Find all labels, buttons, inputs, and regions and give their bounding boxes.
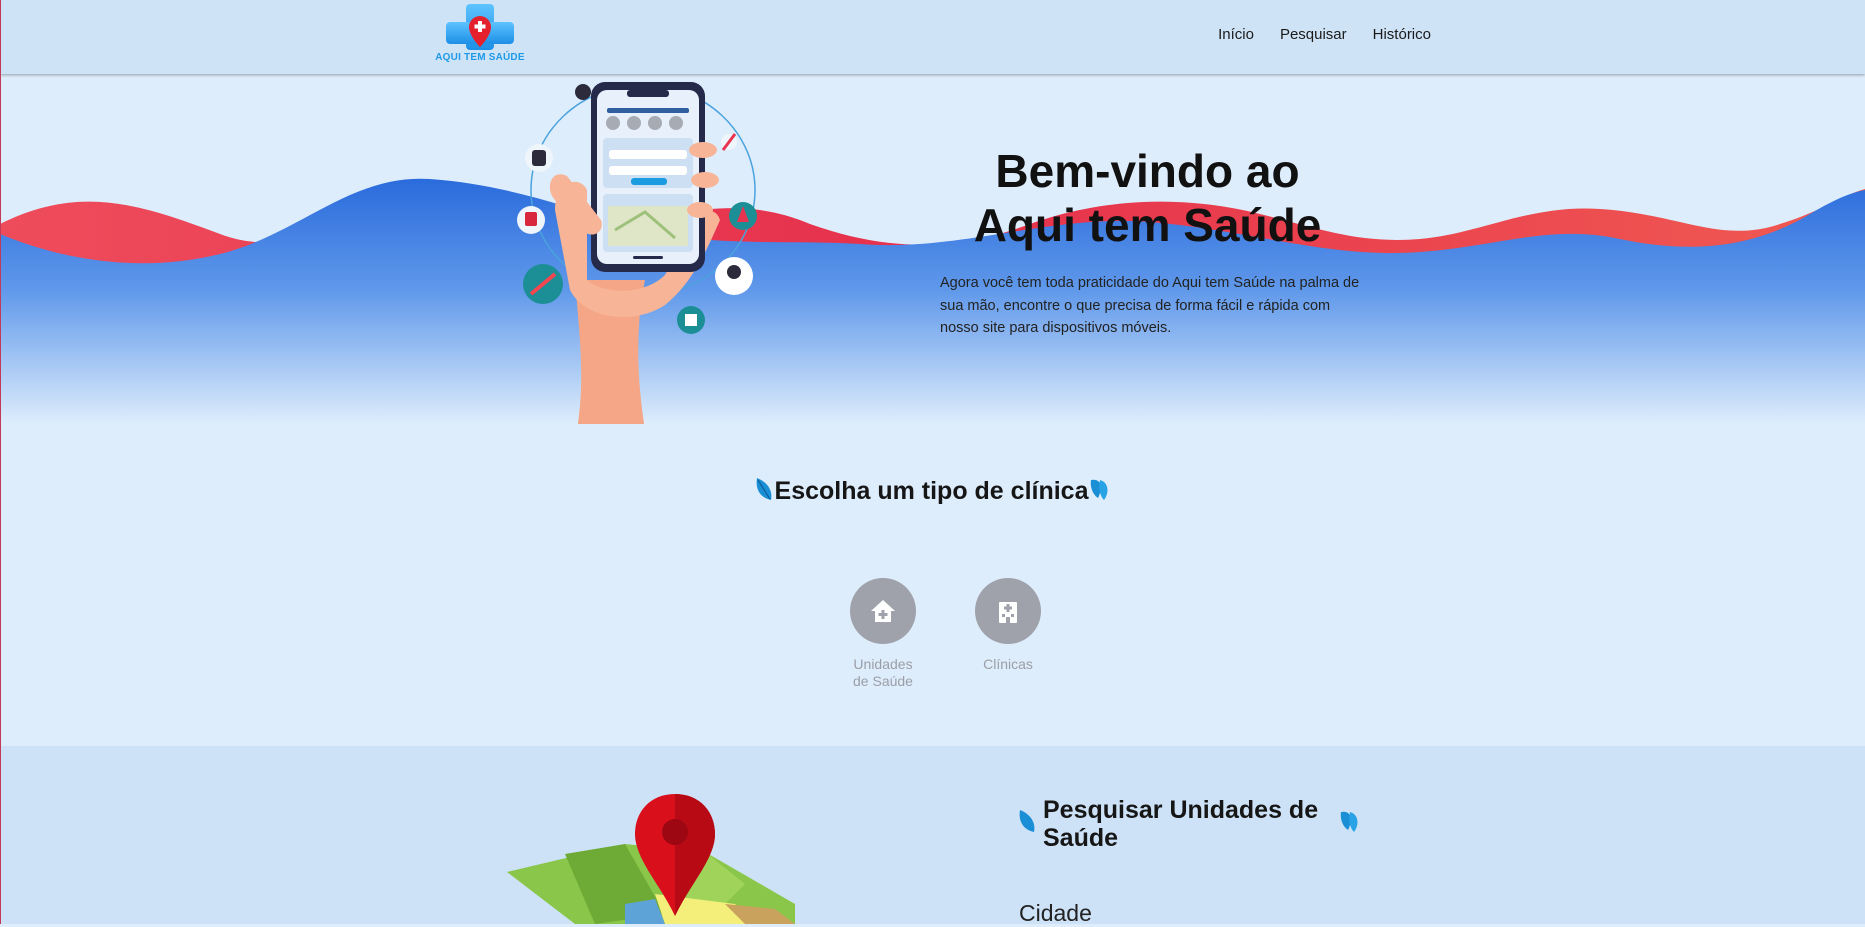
navbar: AQUI TEM SAÚDE Início Pesquisar Históric… — [0, 0, 1865, 74]
search-leaf-left-icon — [1019, 810, 1035, 832]
clinic-type-options: Unidades de Saúde Clínicas — [838, 578, 1041, 698]
leaf-left-icon — [756, 478, 771, 500]
search-leaf-right-icon — [1340, 811, 1358, 832]
nav-menu: Início Pesquisar Histórico — [1192, 26, 1431, 43]
leaf-right-icon — [1091, 479, 1108, 500]
nav-item-inicio[interactable]: Início — [1218, 26, 1254, 43]
clinic-type-title-text: Escolha um tipo de clínica — [774, 477, 1089, 505]
clinic-option-unidades-circle[interactable] — [850, 578, 916, 644]
hero-section: Bem-vindo ao Aqui tem Saúde Agora você t… — [0, 74, 1865, 424]
home-plus-icon — [871, 600, 895, 622]
city-field-label: Cidade — [1019, 900, 1092, 926]
search-title-line2: Saúde — [1043, 824, 1119, 852]
search-section-title: Pesquisar Unidades de Saúde — [1043, 796, 1343, 852]
phone-in-hand-illustration — [517, 82, 757, 424]
hero-waves-graphic — [0, 178, 1865, 424]
clinic-option-clinicas-label: Clínicas — [963, 656, 1053, 673]
brand-logo[interactable]: AQUI TEM SAÚDE — [434, 2, 526, 68]
clinic-option-unidades-label: Unidades de Saúde — [838, 656, 928, 690]
clinic-option-unidades-label-line1: Unidades — [853, 656, 913, 672]
nav-item-historico[interactable]: Histórico — [1373, 26, 1431, 43]
search-title-line1: Pesquisar Unidades de — [1043, 796, 1319, 824]
clinic-option-clinicas-circle[interactable] — [975, 578, 1041, 644]
window-edge — [0, 0, 1, 924]
logo-text: AQUI TEM SAÚDE — [435, 52, 525, 63]
logo-cross-icon — [446, 4, 514, 50]
hero-description: Agora você tem toda praticidade do Aqui … — [940, 275, 1360, 336]
clinic-option-clinicas-label-line1: Clínicas — [983, 656, 1033, 672]
clinic-option-unidades-label-line2: de Saúde — [853, 673, 913, 689]
hero-title-line1: Bem-vindo ao — [995, 145, 1300, 197]
hero-title-line2: Aqui tem Saúde — [973, 199, 1322, 251]
hospital-building-icon — [999, 602, 1017, 623]
clinic-type-title: Escolha um tipo de clínica — [0, 476, 1865, 506]
nav-item-pesquisar[interactable]: Pesquisar — [1280, 26, 1347, 43]
map-pin-illustration — [507, 794, 795, 924]
hero-title: Bem-vindo ao Aqui tem Saúde — [940, 144, 1355, 252]
search-section: Pesquisar Unidades de Saúde Cidade — [0, 746, 1865, 926]
clinic-option-clinicas[interactable]: Clínicas — [963, 578, 1053, 673]
clinic-option-unidades[interactable]: Unidades de Saúde — [838, 578, 928, 690]
